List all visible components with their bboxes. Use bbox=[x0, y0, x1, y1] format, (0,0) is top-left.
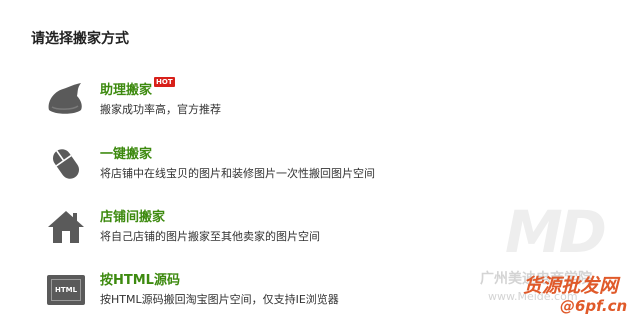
option-description: 将店铺中在线宝贝的图片和装修图片一次性搬回图片空间 bbox=[100, 167, 375, 180]
watermark-red-text: 货源批发网 bbox=[523, 275, 619, 297]
option-shop-to-shop-move[interactable]: 店铺间搬家 将自己店铺的图片搬家至其他卖家的图片空间 bbox=[45, 206, 565, 254]
option-description: 按HTML源码搬回淘宝图片空间，仅支持IE浏览器 bbox=[100, 293, 339, 306]
page-title: 请选择搬家方式 bbox=[31, 31, 129, 47]
option-one-click-move[interactable]: 一键搬家 将店铺中在线宝贝的图片和装修图片一次性搬回图片空间 bbox=[45, 143, 565, 191]
option-assistant-move[interactable]: 助理搬家HOT 搬家成功率高，官方推荐 bbox=[45, 77, 565, 127]
watermark-red-url: @6pf.cn bbox=[560, 297, 628, 315]
option-title[interactable]: 助理搬家HOT bbox=[100, 77, 175, 98]
hot-badge: HOT bbox=[154, 77, 175, 87]
option-title[interactable]: 店铺间搬家 bbox=[100, 206, 165, 225]
option-description: 搬家成功率高，官方推荐 bbox=[100, 103, 221, 116]
option-title[interactable]: 按HTML源码 bbox=[100, 269, 180, 288]
option-description: 将自己店铺的图片搬家至其他卖家的图片空间 bbox=[100, 230, 320, 243]
option-title[interactable]: 一键搬家 bbox=[100, 143, 152, 162]
watermark-logo: MD bbox=[505, 198, 607, 266]
html-icon: HTML bbox=[45, 269, 87, 311]
option-title-text[interactable]: 助理搬家 bbox=[100, 83, 152, 98]
hat-icon bbox=[45, 79, 87, 121]
house-icon bbox=[45, 206, 87, 248]
mouse-icon bbox=[45, 143, 87, 185]
html-icon-label: HTML bbox=[54, 286, 78, 294]
